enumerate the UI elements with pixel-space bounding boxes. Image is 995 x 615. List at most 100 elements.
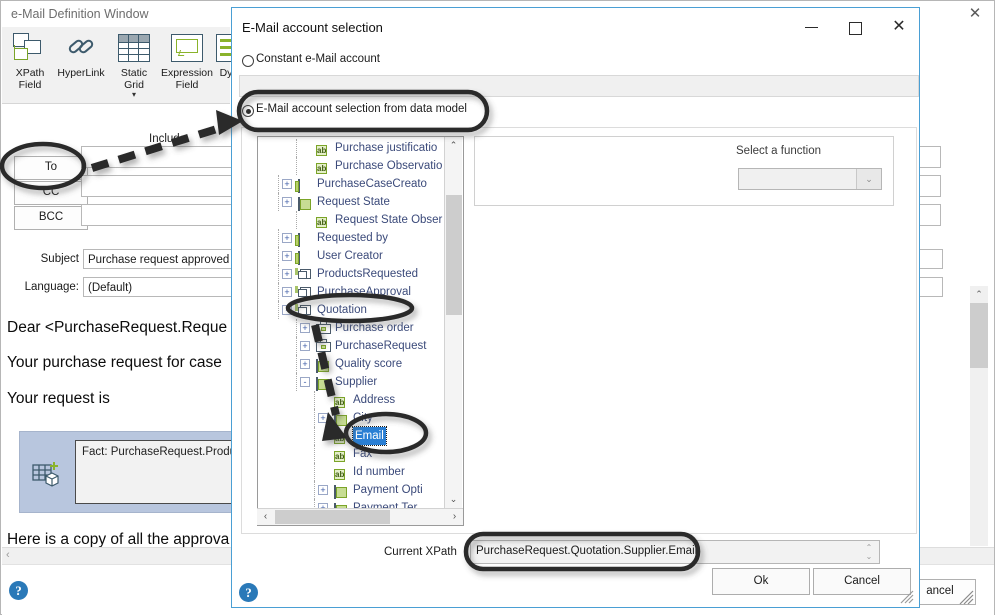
expression-field-label-2: Field: [175, 79, 199, 91]
tree-node-label: PurchaseApproval: [317, 286, 411, 298]
resize-grip-icon[interactable]: [956, 587, 974, 605]
tree-connector: [314, 391, 315, 409]
resize-grip-icon[interactable]: [898, 588, 914, 604]
xpath-field-icon: [11, 31, 49, 65]
ribbon-toolbar: XPath Field HyperLink Static Grid ▾ Expr…: [2, 27, 240, 104]
current-xpath-value: PurchaseRequest.Quotation.Supplier.Email: [476, 545, 698, 557]
subject-label: Subject: [40, 253, 79, 265]
tree-connector: [278, 283, 279, 301]
attribute-ab-icon: ab: [316, 163, 328, 174]
body-line-2: Your purchase request for case: [7, 354, 222, 371]
tree-connector: [278, 229, 279, 247]
close-icon[interactable]: ✕: [877, 13, 921, 41]
to-button[interactable]: To: [14, 156, 88, 180]
tree-connector: [314, 427, 315, 445]
background-vertical-scrollbar[interactable]: ⌃: [970, 286, 988, 546]
tree-node-label: PurchaseCaseCreato: [317, 178, 427, 190]
tree-expander-plus-icon[interactable]: +: [300, 323, 310, 333]
tree-vertical-scrollbar[interactable]: ⌃ ⌄: [444, 137, 462, 508]
help-icon[interactable]: ?: [239, 583, 259, 603]
tree-connector: [278, 175, 279, 193]
static-grid-button[interactable]: Static Grid ▾: [108, 29, 160, 99]
minimize-icon[interactable]: [789, 13, 833, 41]
tree-node-label: Address: [353, 394, 396, 406]
function-select[interactable]: ⌄: [738, 168, 882, 190]
tree-expander-plus-icon[interactable]: +: [282, 233, 292, 243]
entity-icon: [294, 233, 300, 247]
scrollbar-thumb[interactable]: [275, 510, 390, 524]
spinner-icon[interactable]: ⌃ ⌄: [861, 543, 877, 562]
attribute-ab-icon: ab: [334, 433, 346, 444]
maximize-icon[interactable]: [833, 13, 877, 41]
chevron-down-icon[interactable]: ⌄: [856, 169, 881, 189]
scroll-up-icon[interactable]: ⌃: [445, 137, 462, 154]
tree-expander-minus-icon[interactable]: -: [282, 305, 292, 315]
attribute-ab-icon: ab: [316, 217, 328, 228]
scrollbar-thumb[interactable]: [970, 303, 988, 368]
tree-node-label: Requested by: [317, 232, 388, 244]
fact-grid-icon: [32, 460, 66, 490]
xpath-field-label-1: XPath: [15, 67, 45, 79]
fact-grid-block[interactable]: Fact: PurchaseRequest.Produ: [19, 431, 265, 513]
list-icon: [316, 359, 329, 373]
constant-account-field[interactable]: [239, 75, 919, 97]
help-icon-label: ?: [9, 581, 28, 600]
hyperlink-button[interactable]: HyperLink: [53, 29, 109, 79]
attribute-ab-icon: ab: [316, 145, 328, 156]
radio-from-data-model[interactable]: [242, 105, 254, 117]
chevron-down-icon[interactable]: ▾: [108, 91, 160, 99]
tree-expander-plus-icon[interactable]: +: [282, 251, 292, 261]
tree-connector: [296, 319, 297, 337]
tree-node-label: Request State: [317, 196, 390, 208]
tree-expander-plus-icon[interactable]: +: [282, 287, 292, 297]
data-model-tree[interactable]: ab Purchase justificatio ab Purchase Observ…: [257, 136, 464, 526]
scroll-left-icon[interactable]: ‹: [6, 549, 10, 561]
entity-icon: [294, 179, 300, 193]
tree-expander-plus-icon[interactable]: +: [282, 179, 292, 189]
tree-expander-plus-icon[interactable]: +: [300, 359, 310, 369]
close-icon[interactable]: ✕: [961, 4, 989, 24]
list-icon: [334, 413, 347, 427]
select-a-function-label: Select a function: [736, 145, 822, 157]
tree-expander-plus-icon[interactable]: +: [282, 197, 292, 207]
current-xpath-field[interactable]: PurchaseRequest.Quotation.Supplier.Email…: [470, 540, 880, 564]
tree-expander-minus-icon[interactable]: -: [300, 377, 310, 387]
scroll-right-icon[interactable]: ›: [446, 509, 463, 525]
help-icon[interactable]: ?: [9, 581, 29, 601]
tree-connector: [314, 409, 315, 427]
radio-constant-account[interactable]: [242, 55, 254, 67]
attribute-ab-icon: ab: [334, 451, 346, 462]
tree-expander-plus-icon[interactable]: +: [318, 485, 328, 495]
tree-connector: [296, 373, 297, 391]
tree-node-label: User Creator: [317, 250, 383, 262]
ok-button[interactable]: Ok: [712, 568, 810, 595]
expression-field-icon: [168, 31, 206, 65]
tree-connector: [314, 463, 315, 481]
radio-from-data-model-label: E-Mail account selection from data model: [256, 103, 467, 115]
tree-connector: [278, 301, 279, 319]
tree-connector: [296, 355, 297, 373]
tree-expander-plus-icon[interactable]: +: [300, 341, 310, 351]
xpath-field-label-2: Field: [18, 79, 42, 91]
attribute-ab-icon: ab: [334, 469, 346, 480]
scroll-up-icon[interactable]: ⌃: [970, 286, 988, 303]
language-label: Language:: [24, 281, 79, 293]
scroll-left-icon[interactable]: ‹: [257, 509, 274, 525]
scroll-down-icon[interactable]: ⌄: [445, 491, 462, 508]
tree-horizontal-scrollbar[interactable]: ‹ ›: [257, 508, 463, 525]
cc-button[interactable]: CC: [14, 181, 88, 205]
tree-expander-plus-icon[interactable]: +: [282, 269, 292, 279]
tree-connector: [278, 193, 279, 211]
tree-node-label: ProductsRequested: [317, 268, 419, 280]
expression-field-button[interactable]: Expression Field: [157, 29, 217, 91]
tree-expander-plus-icon[interactable]: +: [318, 413, 328, 423]
tree-node-label: Purchase Observatio: [335, 160, 443, 172]
xpath-field-button[interactable]: XPath Field: [4, 29, 56, 91]
hyperlink-icon: [62, 31, 100, 65]
tree-connector: [296, 211, 297, 229]
bcc-button[interactable]: BCC: [14, 206, 88, 230]
cancel-button[interactable]: Cancel: [813, 568, 911, 595]
scrollbar-thumb[interactable]: [446, 195, 462, 315]
expression-field-label-1: Expression: [161, 67, 213, 79]
current-xpath-label: Current XPath: [384, 546, 457, 558]
